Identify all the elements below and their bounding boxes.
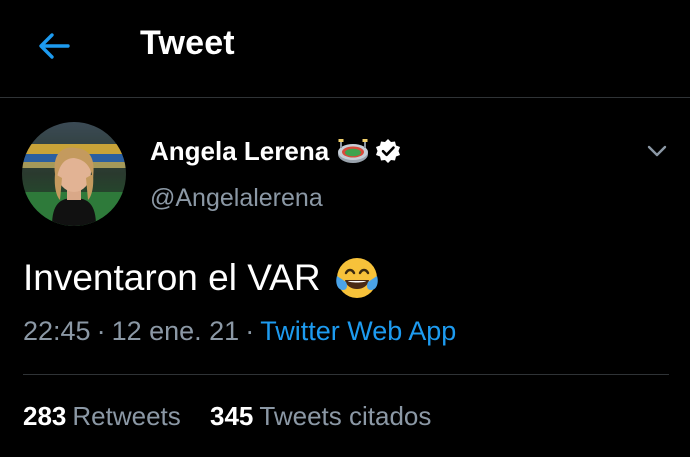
stats-divider — [23, 374, 669, 375]
quote-tweets-count: 345 — [210, 401, 254, 431]
tweet-text: Inventaron el VAR — [23, 254, 381, 302]
tweet-stats: 283 Retweets 345 Tweets citados — [23, 401, 431, 432]
tweet-body: Inventaron el VAR — [23, 257, 321, 298]
avatar[interactable] — [22, 122, 126, 226]
face-with-tears-of-joy-icon — [335, 258, 378, 298]
author-display-name[interactable]: Angela Lerena — [150, 136, 329, 167]
arrow-left-icon[interactable] — [34, 26, 74, 66]
quote-tweets-label: Tweets citados — [259, 401, 432, 431]
meta-separator: · — [96, 316, 106, 346]
avatar-photo — [22, 122, 126, 226]
stadium-icon — [338, 139, 369, 163]
quote-tweets-stat[interactable]: 345 Tweets citados — [210, 401, 431, 432]
tweet-meta: 22:45 · 12 ene. 21 · Twitter Web App — [23, 316, 456, 347]
meta-separator: · — [245, 316, 255, 346]
header-divider — [0, 97, 690, 98]
tweet-source-link[interactable]: Twitter Web App — [260, 316, 456, 346]
tweet-time: 22:45 — [23, 316, 91, 346]
author-name-row: Angela Lerena — [150, 133, 401, 169]
tweet-date: 12 ene. 21 — [111, 316, 240, 346]
top-bar: Tweet — [0, 0, 690, 97]
author-handle[interactable]: @Angelalerena — [150, 184, 323, 213]
chevron-down-icon[interactable] — [644, 138, 670, 164]
page-title: Tweet — [140, 24, 235, 62]
retweets-stat[interactable]: 283 Retweets — [23, 401, 181, 432]
retweets-label: Retweets — [72, 401, 181, 431]
retweets-count: 283 — [23, 401, 67, 431]
verified-icon — [376, 139, 401, 163]
